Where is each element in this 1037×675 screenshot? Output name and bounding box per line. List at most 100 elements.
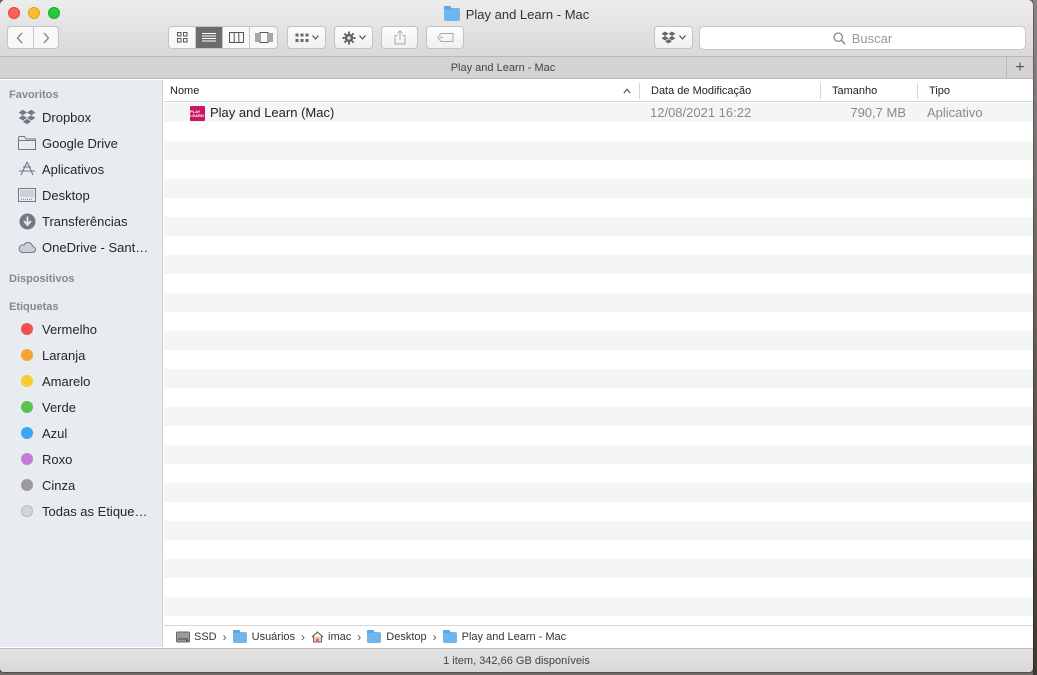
- sidebar-item-label: Roxo: [42, 451, 73, 467]
- sidebar-item-google-drive[interactable]: Google Drive: [0, 130, 163, 156]
- table-row[interactable]: PLAY LEARN Play and Learn (Mac) 12/08/20…: [164, 103, 1033, 122]
- path-item-ssd[interactable]: SSD: [176, 631, 217, 643]
- path-separator-icon: ›: [432, 630, 437, 644]
- action-button[interactable]: [334, 26, 373, 49]
- column-view-button[interactable]: [223, 27, 250, 48]
- file-modified: 12/08/2021 16:22: [650, 105, 752, 120]
- empty-row: [164, 217, 1033, 236]
- column-kind[interactable]: Tipo: [929, 80, 1029, 102]
- path-bar: SSD › Usuários › imac › Desktop › Play a…: [164, 625, 1033, 648]
- empty-row: [164, 616, 1033, 624]
- sidebar-section-devices[interactable]: Dispositivos: [9, 273, 74, 285]
- sidebar-item-label: Azul: [42, 425, 68, 441]
- column-name[interactable]: Nome: [170, 80, 640, 102]
- dropbox-menu-button[interactable]: [654, 26, 693, 49]
- chevron-down-icon: [358, 35, 366, 40]
- sidebar-item-label: Cinza: [42, 477, 76, 493]
- download-icon: [17, 212, 37, 230]
- search-input[interactable]: Buscar: [699, 26, 1026, 50]
- column-divider[interactable]: [820, 83, 821, 99]
- column-kind-label: Tipo: [929, 85, 950, 97]
- window-title: Play and Learn - Mac: [0, 5, 1033, 22]
- columns-icon: [228, 32, 244, 43]
- empty-row: [164, 502, 1033, 521]
- empty-row: [164, 160, 1033, 179]
- empty-row: [164, 141, 1033, 160]
- empty-row: [164, 255, 1033, 274]
- path-item-label: Play and Learn - Mac: [461, 631, 567, 643]
- group-by-button[interactable]: [287, 26, 326, 49]
- edit-tags-button[interactable]: [426, 26, 464, 49]
- chevron-down-icon: [311, 35, 319, 40]
- back-button[interactable]: [8, 27, 34, 48]
- column-divider[interactable]: [639, 83, 640, 99]
- column-size[interactable]: Tamanho: [832, 80, 916, 102]
- view-mode-control: [168, 26, 278, 49]
- empty-row: [164, 445, 1033, 464]
- column-header: Nome Data de Modificação Tamanho Tipo: [164, 80, 1033, 102]
- sidebar-tag-orange[interactable]: Laranja: [0, 342, 163, 368]
- finder-window: Play and Learn - Mac Buscar Play and Lea…: [0, 0, 1033, 672]
- sidebar-item-label: Todas as Etique…: [42, 503, 148, 519]
- sidebar-tag-purple[interactable]: Roxo: [0, 446, 163, 472]
- app-icon-text: PLAY LEARN: [190, 108, 204, 118]
- folder-icon: [443, 5, 460, 21]
- list-view-button[interactable]: [196, 27, 223, 48]
- dropbox-icon: [661, 31, 676, 44]
- tab-current[interactable]: Play and Learn - Mac: [0, 57, 1006, 79]
- folder-icon: [232, 629, 247, 643]
- empty-row: [164, 521, 1033, 540]
- sidebar-item-onedrive[interactable]: OneDrive - Sant…: [0, 234, 163, 260]
- new-tab-button[interactable]: +: [1006, 57, 1033, 79]
- toolbar: Play and Learn - Mac Buscar: [0, 0, 1033, 57]
- grid-icon: [176, 32, 187, 43]
- yellow-tag-icon: [17, 372, 37, 390]
- empty-row: [164, 293, 1033, 312]
- empty-row: [164, 540, 1033, 559]
- applications-icon: [17, 160, 37, 178]
- sidebar-item-downloads[interactable]: Transferências: [0, 208, 163, 234]
- share-button[interactable]: [381, 26, 418, 49]
- column-modified[interactable]: Data de Modificação: [651, 80, 819, 102]
- chevron-right-icon: [43, 32, 50, 43]
- sidebar-item-label: Vermelho: [42, 321, 97, 337]
- path-separator-icon: ›: [357, 630, 362, 644]
- home-icon: [311, 631, 324, 643]
- path-item-current[interactable]: Play and Learn - Mac: [442, 629, 567, 643]
- path-item-desktop[interactable]: Desktop: [367, 629, 427, 643]
- sidebar-tag-all[interactable]: Todas as Etique…: [0, 498, 163, 524]
- forward-button[interactable]: [34, 27, 59, 48]
- icon-view-button[interactable]: [169, 27, 196, 48]
- sidebar-item-label: OneDrive - Sant…: [42, 239, 149, 255]
- sidebar-tag-gray[interactable]: Cinza: [0, 472, 163, 498]
- sidebar-section-tags[interactable]: Etiquetas: [9, 301, 59, 313]
- gallery-icon: [255, 32, 272, 43]
- folder-icon: [367, 629, 382, 643]
- sidebar-item-dropbox[interactable]: Dropbox: [0, 104, 163, 130]
- gallery-view-button[interactable]: [250, 27, 277, 48]
- file-list: Nome Data de Modificação Tamanho Tipo PL…: [164, 80, 1033, 624]
- empty-row: [164, 426, 1033, 445]
- sidebar-item-applications[interactable]: Aplicativos: [0, 156, 163, 182]
- tag-icon: [436, 33, 453, 42]
- empty-row: [164, 559, 1033, 578]
- path-item-home[interactable]: imac: [311, 631, 351, 643]
- empty-row: [164, 483, 1033, 502]
- group-grid-icon: [295, 33, 308, 42]
- sidebar-tag-red[interactable]: Vermelho: [0, 316, 163, 342]
- sidebar-item-label: Aplicativos: [42, 161, 105, 177]
- sidebar-tag-yellow[interactable]: Amarelo: [0, 368, 163, 394]
- gear-icon: [342, 31, 355, 44]
- column-divider[interactable]: [917, 83, 918, 99]
- empty-row: [164, 179, 1033, 198]
- window-title-text: Play and Learn - Mac: [465, 6, 590, 22]
- sidebar-tag-blue[interactable]: Azul: [0, 420, 163, 446]
- desktop-icon: [17, 186, 37, 204]
- column-name-label: Nome: [170, 85, 200, 97]
- sidebar-item-desktop[interactable]: Desktop: [0, 182, 163, 208]
- sort-ascending-icon[interactable]: [623, 88, 631, 94]
- sidebar-tag-green[interactable]: Verde: [0, 394, 163, 420]
- path-item-users[interactable]: Usuários: [232, 629, 295, 643]
- disk-icon: [176, 631, 190, 643]
- status-bar: 1 item, 342,66 GB disponíveis: [0, 648, 1033, 672]
